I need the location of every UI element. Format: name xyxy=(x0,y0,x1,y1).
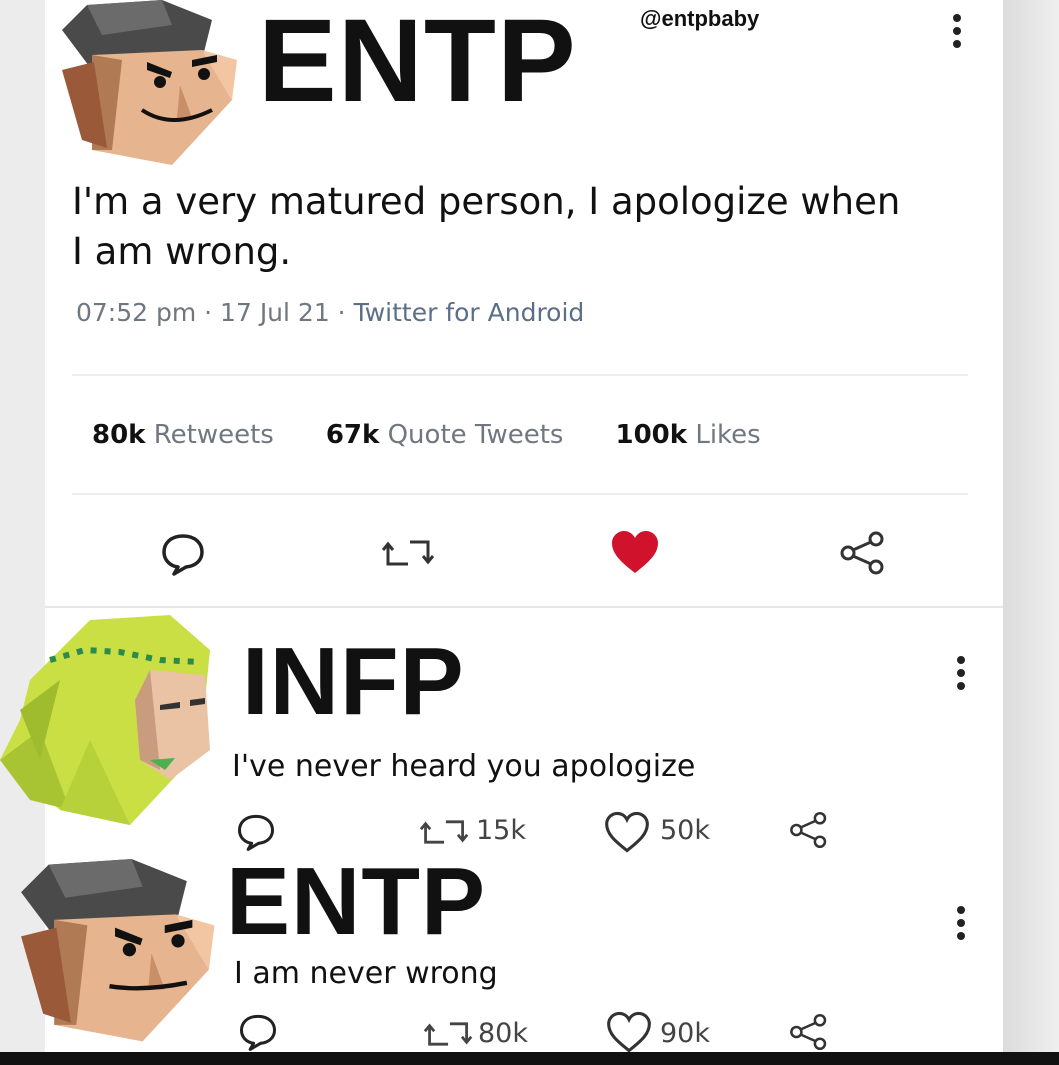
reply1-more-icon[interactable] xyxy=(956,656,966,695)
tweet-source[interactable]: Twitter for Android xyxy=(354,298,585,327)
reply1-reply-icon[interactable] xyxy=(236,812,276,852)
reply2-text: I am never wrong xyxy=(234,956,498,991)
reply2-share-icon[interactable] xyxy=(788,1012,830,1052)
tweet-stats: 80k Retweets 67k Quote Tweets 100k Likes xyxy=(92,420,761,450)
divider-replies xyxy=(45,606,1003,608)
reply2-like-count: 90k xyxy=(660,1018,710,1049)
heart-icon[interactable] xyxy=(609,528,661,576)
stat-retweets[interactable]: 80k Retweets xyxy=(92,420,326,450)
stat-quotes[interactable]: 67k Quote Tweets xyxy=(326,420,616,450)
share-icon[interactable] xyxy=(838,530,888,576)
reply1-text: I've never heard you apologize xyxy=(232,749,696,784)
tweet-text-line2: I am wrong. xyxy=(72,230,292,273)
stat-likes[interactable]: 100k Likes xyxy=(615,420,760,450)
reply2-more-icon[interactable] xyxy=(956,906,966,945)
reply1-retweet-icon[interactable] xyxy=(420,816,470,848)
reply2-retweet-icon[interactable] xyxy=(424,1018,474,1050)
entp-avatar[interactable] xyxy=(52,0,242,170)
tweet-text-line1: I'm a very matured person, I apologize w… xyxy=(72,180,901,223)
infp-avatar[interactable] xyxy=(0,610,225,835)
divider-top xyxy=(72,374,968,376)
more-icon[interactable] xyxy=(952,14,962,53)
divider-bottom xyxy=(72,493,968,495)
reply2-heart-icon[interactable] xyxy=(606,1010,652,1054)
reply2-entp-avatar[interactable] xyxy=(10,848,220,1058)
reply-icon[interactable] xyxy=(160,532,206,576)
tweet-time: 07:52 pm · 17 Jul 21 · xyxy=(76,298,354,327)
author-name: ENTP xyxy=(258,0,577,127)
reply1-author-name: INFP xyxy=(242,628,465,735)
retweet-icon[interactable] xyxy=(382,536,436,570)
reply2-reply-icon[interactable] xyxy=(238,1012,278,1052)
reply2-author-name: ENTP xyxy=(226,848,487,955)
edge-shadow xyxy=(1003,0,1059,1065)
reply1-heart-icon[interactable] xyxy=(604,810,650,854)
reply1-share-icon[interactable] xyxy=(788,810,830,850)
reply2-retweet-count: 80k xyxy=(478,1018,528,1049)
tweet-meta: 07:52 pm · 17 Jul 21 · Twitter for Andro… xyxy=(76,298,584,327)
reply1-retweet-count: 15k xyxy=(476,815,526,846)
author-handle[interactable]: @entpbaby xyxy=(640,6,759,32)
bottom-bar xyxy=(0,1052,1059,1065)
reply1-like-count: 50k xyxy=(660,815,710,846)
